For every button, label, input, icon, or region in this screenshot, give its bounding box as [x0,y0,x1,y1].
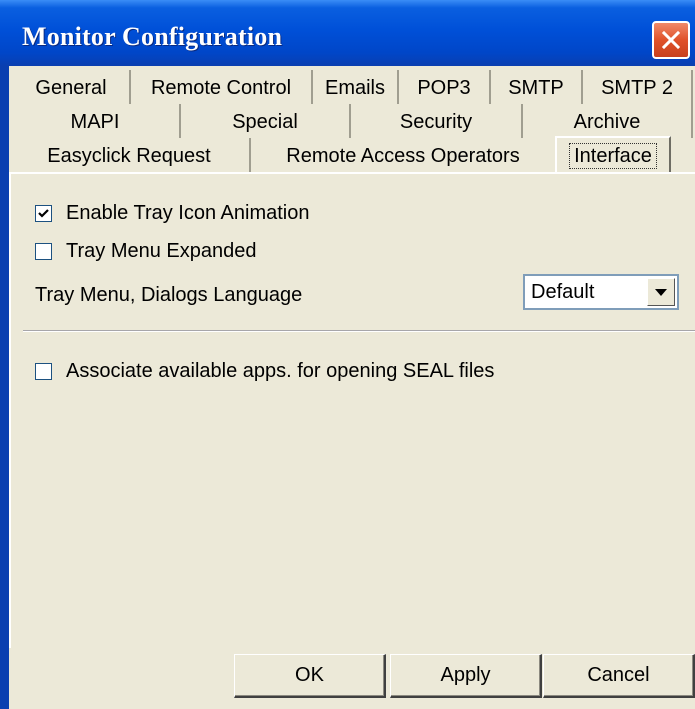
language-select-value: Default [531,281,595,303]
tab-emails[interactable]: Emails [313,70,399,104]
tab-label: SMTP 2 [601,77,673,99]
tray-menu-expanded-label: Tray Menu Expanded [66,240,257,262]
tab-label: MAPI [70,111,120,133]
tab-archive[interactable]: Archive [523,104,693,138]
tab-remote-control[interactable]: Remote Control [131,70,313,104]
associate-apps-row[interactable]: Associate available apps. for opening SE… [35,360,494,383]
tab-security[interactable]: Security [351,104,523,138]
check-icon [38,209,49,218]
associate-apps-checkbox[interactable] [35,363,52,380]
tab-pop3[interactable]: POP3 [399,70,491,104]
tab-label: Special [232,111,298,133]
tab-general[interactable]: General [13,70,131,104]
tab-label: SMTP [508,77,564,99]
tab-smtp[interactable]: SMTP [491,70,583,104]
tray-menu-expanded-row[interactable]: Tray Menu Expanded [35,240,256,263]
tab-mapi[interactable]: MAPI [11,104,181,138]
tab-label: Remote Control [150,77,292,99]
tab-label: Security [399,111,473,133]
title-bar[interactable]: Monitor Configuration [0,0,695,66]
apply-button[interactable]: Apply [390,654,542,698]
window-left-border [0,66,9,709]
ok-button[interactable]: OK [234,654,386,698]
tab-easyclick-request[interactable]: Easyclick Request [9,138,251,172]
enable-tray-animation-checkbox[interactable] [35,205,52,222]
cancel-button[interactable]: Cancel [543,654,695,698]
window-title: Monitor Configuration [22,22,283,51]
tab-label: Remote Access Operators [286,145,520,167]
tab-remote-access-operators[interactable]: Remote Access Operators [251,138,555,172]
tab-strip: General Remote Control Emails POP3 SMTP … [9,66,695,178]
language-row: Tray Menu, Dialogs Language [35,284,302,307]
tab-label: Easyclick Request [47,145,211,167]
close-icon [661,30,681,50]
tab-interface[interactable]: Interface [555,136,671,174]
tab-label: Interface [569,143,657,169]
tab-special[interactable]: Special [181,104,351,138]
tab-panel-interface: Enable Tray Icon Animation Tray Menu Exp… [9,172,695,648]
enable-tray-animation-label: Enable Tray Icon Animation [66,202,310,224]
chevron-down-icon [655,289,667,296]
language-dropdown-button[interactable] [647,278,675,306]
associate-apps-label: Associate available apps. for opening SE… [66,360,495,382]
language-label: Tray Menu, Dialogs Language [35,284,303,306]
monitor-configuration-dialog: Monitor Configuration General Remote Con… [0,0,695,709]
tab-label: Archive [573,111,641,133]
tab-label: General [35,77,107,99]
language-select[interactable]: Default [523,274,679,310]
section-divider [23,330,695,332]
close-button[interactable] [652,21,690,59]
enable-tray-animation-row[interactable]: Enable Tray Icon Animation [35,202,309,225]
tab-label: Emails [324,77,385,99]
tab-label: POP3 [417,77,471,99]
tab-smtp-2[interactable]: SMTP 2 [583,70,693,104]
tray-menu-expanded-checkbox[interactable] [35,243,52,260]
